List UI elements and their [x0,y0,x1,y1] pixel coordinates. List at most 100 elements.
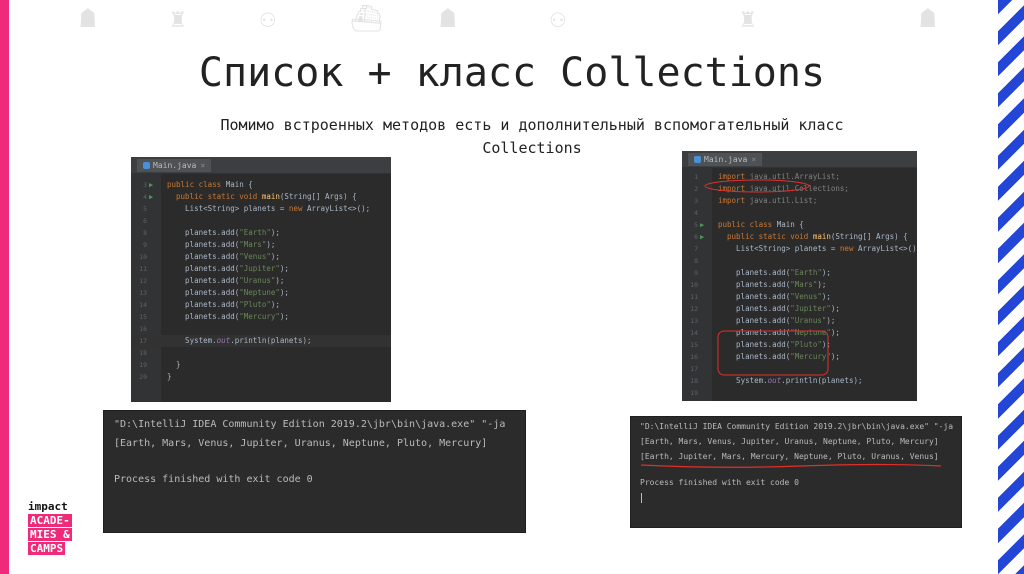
code-text: planets.add("Venus"); [718,292,831,301]
code-line[interactable]: 5 ▶ public class Main { [682,219,917,231]
code-text: } [167,372,172,381]
code-line[interactable]: 11 planets.add("Venus"); [682,291,917,303]
code-line[interactable]: 16 [131,323,391,335]
run-icon[interactable]: ▶ [149,179,153,191]
robot-icon: ☗ [80,4,96,34]
line-number: 12 [139,277,147,285]
code-line[interactable]: 8 planets.add("Earth"); [131,227,391,239]
line-number: 19 [139,361,147,369]
code-line[interactable]: 9 planets.add("Mars"); [131,239,391,251]
code-text: planets.add("Mercury"); [718,352,840,361]
code-line[interactable]: 4 ▶ public static void main(String[] Args… [131,191,391,203]
code-text: public class Main { [167,180,253,189]
close-icon[interactable]: × [751,155,756,164]
code-line[interactable]: 12 planets.add("Jupiter"); [682,303,917,315]
line-number: 11 [139,265,147,273]
rocket-icon: ♜ [740,4,756,34]
line-number: 5 [694,221,698,229]
editor-tab[interactable]: Main.java × [688,153,763,166]
code-line[interactable]: 1 import java.util.ArrayList; [682,171,917,183]
code-line[interactable]: 17 System.out.println(planets); [131,335,391,347]
code-text: planets.add("Jupiter"); [718,304,840,313]
line-number: 13 [139,289,147,297]
code-line[interactable]: 9 planets.add("Earth"); [682,267,917,279]
code-line[interactable]: 6 [131,215,391,227]
code-line[interactable]: 11 planets.add("Jupiter"); [131,263,391,275]
code-line[interactable]: 8 [682,255,917,267]
line-number: 20 [684,399,698,401]
code-text: planets.add("Uranus"); [718,316,836,325]
code-text: import java.util.ArrayList; [718,172,840,181]
code-text: planets.add("Earth"); [167,228,280,237]
code-line[interactable]: 7 List<String> planets = new ArrayList<>… [682,243,917,255]
editor-tab-bar: Main.java × [682,151,917,168]
run-icon[interactable]: ▶ [700,231,704,243]
code-text: planets.add("Uranus"); [167,276,285,285]
line-number: 11 [690,293,698,301]
line-number: 13 [690,317,698,325]
editor-tab-label: Main.java [704,155,748,164]
code-line[interactable]: 13 planets.add("Uranus"); [682,315,917,327]
code-line[interactable]: 15 planets.add("Pluto"); [682,339,917,351]
line-number: 3 [694,197,698,205]
run-icon[interactable]: ▶ [149,191,153,203]
code-text: public static void main(String[] Args) { [176,192,357,201]
code-text: planets.add("Pluto"); [718,340,831,349]
code-line[interactable]: 20 Collections.sort(planets); [682,399,917,401]
console-exit-message: Process finished with exit code 0 [114,474,313,485]
code-line[interactable]: 14 planets.add("Neptune"); [682,327,917,339]
line-number: 19 [690,389,698,397]
logo-line: MIES & [28,528,72,541]
java-file-icon [143,162,150,169]
code-text: System.out.println(planets); [167,336,312,345]
code-line[interactable]: 16 planets.add("Mercury"); [682,351,917,363]
code-line[interactable]: 3 ▶ public class Main { [131,179,391,191]
code-line[interactable]: 6 ▶ public static void main(String[] Args… [682,231,917,243]
code-line[interactable]: 2 import java.util.Collections; [682,183,917,195]
code-line[interactable]: 13 planets.add("Neptune"); [131,287,391,299]
code-line[interactable]: 19 [682,387,917,399]
console-output-right: "D:\IntelliJ IDEA Community Edition 2019… [630,416,962,528]
line-number: 6 [143,217,147,225]
close-icon[interactable]: × [200,161,205,170]
line-number: 10 [139,253,147,261]
code-line[interactable]: 18 System.out.println(planets); [682,375,917,387]
code-line[interactable]: 10 planets.add("Venus"); [131,251,391,263]
code-text: planets.add("Earth"); [718,268,831,277]
code-line[interactable]: 10 planets.add("Mars"); [682,279,917,291]
code-line[interactable]: 14 planets.add("Pluto"); [131,299,391,311]
line-number: 18 [690,377,698,385]
line-number: 18 [139,349,147,357]
code-line[interactable]: 20} [131,371,391,383]
ide-editor-left: Main.java × 3 ▶ public class Main {4 ▶ publi… [131,157,391,402]
line-number: 5 [143,205,147,213]
ship-icon: ⛴ [350,4,384,34]
car-icon: ⚇ [260,4,276,34]
line-number: 14 [139,301,147,309]
code-text: planets.add("Venus"); [167,252,280,261]
code-line[interactable]: 19 } [131,359,391,371]
line-number: 4 [694,209,698,217]
code-text: } [167,360,181,369]
robot-icon: ☗ [440,4,456,34]
code-line[interactable]: 5 List<String> planets = new ArrayList<>… [131,203,391,215]
line-number: 16 [139,325,147,333]
code-line[interactable]: 15 planets.add("Mercury"); [131,311,391,323]
code-text: List<String> planets = new ArrayList<>()… [718,244,917,253]
line-number: 12 [690,305,698,313]
code-line[interactable]: 18 [131,347,391,359]
code-line[interactable]: 4 [682,207,917,219]
line-number: 9 [694,269,698,277]
run-icon[interactable]: ▶ [700,219,704,231]
code-text: planets.add("Pluto"); [167,300,280,309]
code-line[interactable]: 17 [682,363,917,375]
code-text: public class Main { [718,220,804,229]
annotation-underline [640,463,942,468]
editor-tab[interactable]: Main.java × [137,159,212,172]
code-line[interactable]: 12 planets.add("Uranus"); [131,275,391,287]
editor-tab-bar: Main.java × [131,157,391,174]
code-text: planets.add("Mars"); [718,280,827,289]
slide-title: Список + класс Collections [198,50,826,96]
logo-line: impact [28,500,68,513]
code-line[interactable]: 3 import java.util.List; [682,195,917,207]
